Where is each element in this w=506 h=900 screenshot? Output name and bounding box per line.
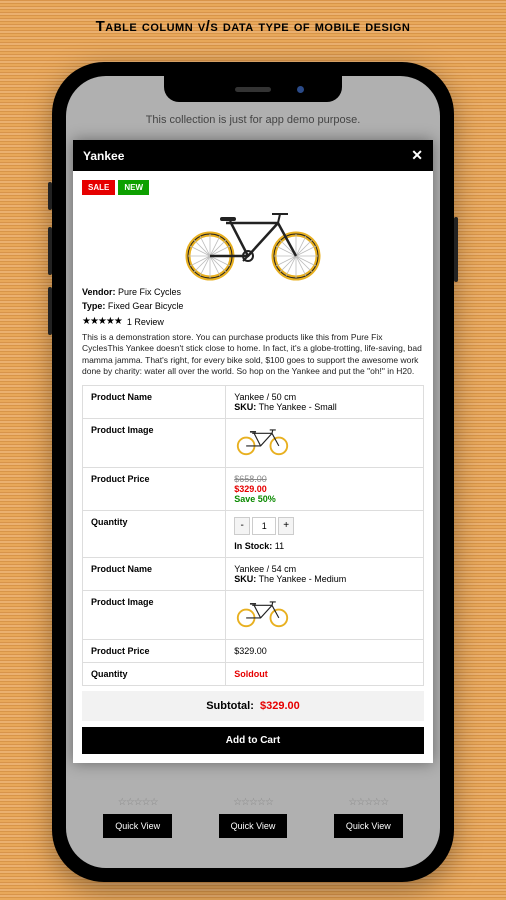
current-price: $329.00	[234, 646, 267, 656]
phone-side-button	[48, 287, 52, 335]
review-count: 1 Review	[127, 317, 164, 327]
label-quantity: Quantity	[83, 510, 226, 557]
sku-label: SKU:	[234, 402, 256, 412]
label-product-name: Product Name	[83, 557, 226, 590]
old-price: $658.00	[234, 474, 267, 484]
modal-header: Yankee ✕	[73, 140, 433, 171]
product-hero-image	[82, 195, 424, 285]
table-row: Quantity Soldout	[83, 662, 424, 685]
qty-value[interactable]: 1	[252, 517, 276, 535]
label-quantity: Quantity	[83, 662, 226, 685]
product-card: ☆☆☆☆☆ Quick View	[103, 797, 172, 838]
bicycle-icon	[178, 201, 328, 281]
qty-increase-button[interactable]: +	[278, 517, 294, 535]
rating-stars-empty: ☆☆☆☆☆	[219, 797, 288, 808]
instock-label: In Stock:	[234, 541, 272, 551]
table-row: Product Image	[83, 418, 424, 467]
type-line: Type: Fixed Gear Bicycle	[82, 299, 424, 313]
subtotal-label: Subtotal:	[206, 700, 254, 712]
background-product-grid: ☆☆☆☆☆ Quick View ☆☆☆☆☆ Quick View ☆☆☆☆☆ …	[66, 797, 440, 838]
rating-stars-empty: ☆☆☆☆☆	[334, 797, 403, 808]
phone-side-button	[48, 227, 52, 275]
label-product-name: Product Name	[83, 385, 226, 418]
stock-value: 11	[275, 541, 284, 551]
product-card: ☆☆☆☆☆ Quick View	[219, 797, 288, 838]
phone-screen: This collection is just for app demo pur…	[66, 76, 440, 868]
page-title: Table column v/s data type of mobile des…	[0, 0, 506, 47]
table-row: Product Price $658.00 $329.00 Save 50%	[83, 467, 424, 510]
qty-decrease-button[interactable]: -	[234, 517, 250, 535]
rating-row: ★★★★★ 1 Review	[82, 313, 424, 332]
quantity-stepper: - 1 +	[234, 517, 415, 535]
vendor-line: Vendor: Pure Fix Cycles	[82, 285, 424, 299]
label-product-image: Product Image	[83, 418, 226, 467]
product-description: This is a demonstration store. You can p…	[82, 332, 424, 385]
phone-notch	[164, 76, 342, 102]
quick-view-button[interactable]: Quick View	[103, 814, 172, 838]
type-value: Fixed Gear Bicycle	[108, 301, 184, 311]
label-product-price: Product Price	[83, 467, 226, 510]
variant-table: Product Name Yankee / 50 cm SKU: The Yan…	[82, 385, 424, 686]
modal-body: SALE NEW	[73, 171, 433, 763]
subtotal-bar: Subtotal: $329.00	[82, 691, 424, 721]
phone-frame: This collection is just for app demo pur…	[52, 62, 454, 882]
stock-line: In Stock: 11	[234, 535, 415, 551]
variant-sku: The Yankee - Medium	[259, 574, 347, 584]
sku-label: SKU:	[234, 574, 256, 584]
product-modal: Yankee ✕ SALE NEW	[73, 140, 433, 763]
close-icon[interactable]: ✕	[411, 147, 423, 164]
variant-sku: The Yankee - Small	[259, 402, 337, 412]
bicycle-icon	[234, 425, 291, 455]
product-card: ☆☆☆☆☆ Quick View	[334, 797, 403, 838]
table-row: Quantity - 1 + In Stock: 11	[83, 510, 424, 557]
sale-badge: SALE	[82, 180, 115, 195]
bicycle-icon	[234, 597, 291, 627]
variant-name: Yankee / 54 cm	[234, 564, 296, 574]
label-product-image: Product Image	[83, 590, 226, 639]
new-badge: NEW	[118, 180, 149, 195]
rating-stars-empty: ☆☆☆☆☆	[103, 797, 172, 808]
badge-row: SALE NEW	[82, 180, 424, 195]
label-product-price: Product Price	[83, 639, 226, 662]
subtotal-amount: $329.00	[260, 700, 300, 712]
modal-title: Yankee	[83, 149, 124, 163]
quick-view-button[interactable]: Quick View	[334, 814, 403, 838]
soldout-text: Soldout	[234, 669, 268, 679]
save-amount: Save 50%	[234, 494, 276, 504]
table-row: Product Name Yankee / 50 cm SKU: The Yan…	[83, 385, 424, 418]
variant-image-cell	[226, 590, 424, 639]
star-icon: ★★★★★	[82, 316, 122, 327]
type-label: Type:	[82, 301, 105, 311]
quick-view-button[interactable]: Quick View	[219, 814, 288, 838]
phone-side-button	[48, 182, 52, 210]
vendor-label: Vendor:	[82, 287, 116, 297]
phone-side-button	[454, 217, 458, 282]
variant-name: Yankee / 50 cm	[234, 392, 296, 402]
current-price: $329.00	[234, 484, 267, 494]
vendor-value: Pure Fix Cycles	[118, 287, 181, 297]
table-row: Product Name Yankee / 54 cm SKU: The Yan…	[83, 557, 424, 590]
variant-image-cell	[226, 418, 424, 467]
table-row: Product Price $329.00	[83, 639, 424, 662]
add-to-cart-button[interactable]: Add to Cart	[82, 727, 424, 754]
table-row: Product Image	[83, 590, 424, 639]
